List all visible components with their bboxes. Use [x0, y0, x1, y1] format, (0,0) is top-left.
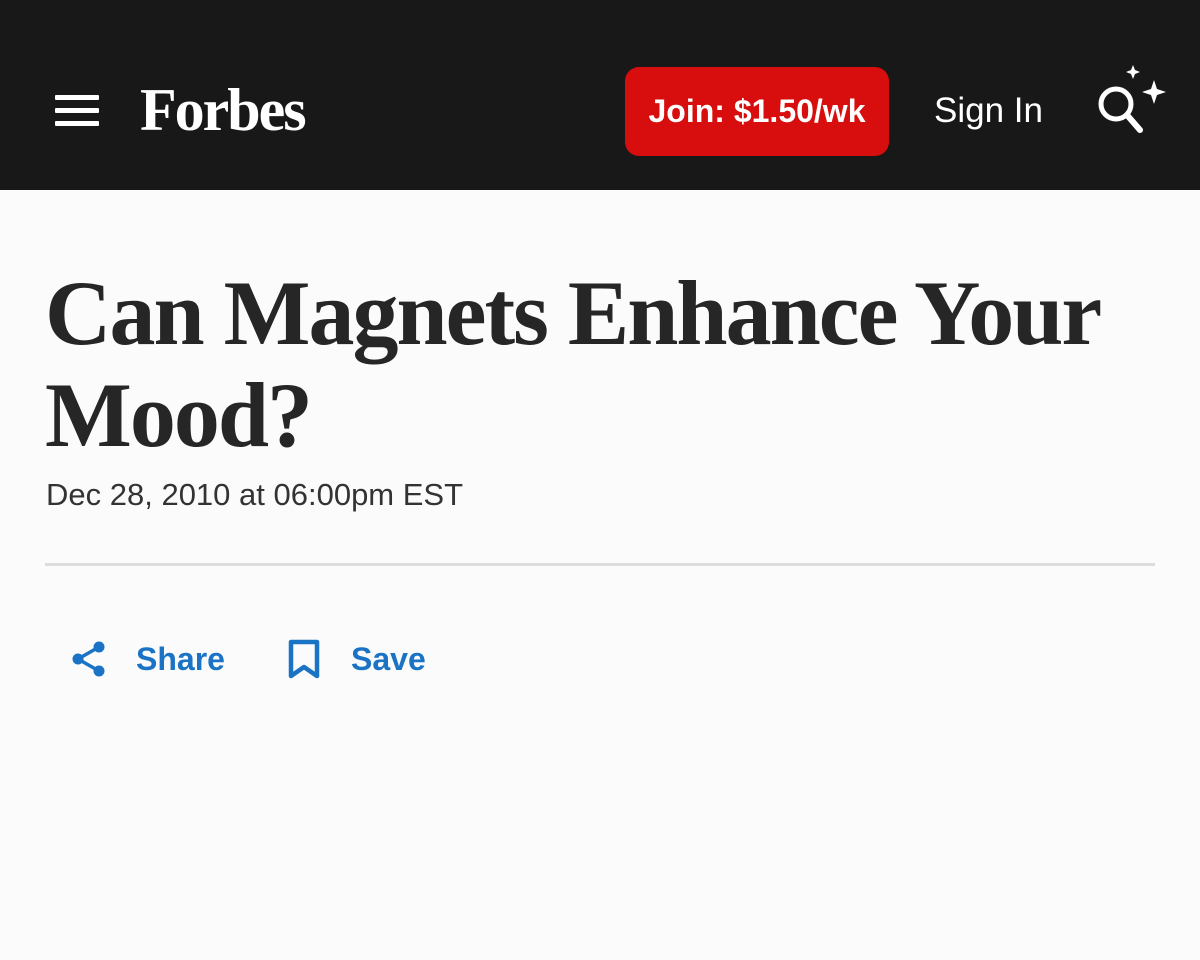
hamburger-menu-icon[interactable] [55, 95, 99, 131]
forbes-logo[interactable]: Forbes [140, 72, 307, 148]
top-navigation-bar: Forbes Join: $1.50/wk Sign In [0, 0, 1200, 190]
save-button[interactable]: Save [287, 633, 426, 685]
article-date: Dec 28, 2010 at 06:00pm EST [46, 477, 464, 512]
search-icon[interactable] [1088, 60, 1168, 140]
bookmark-icon [287, 639, 321, 679]
save-label: Save [351, 640, 426, 677]
share-label: Share [136, 640, 225, 677]
divider [45, 563, 1155, 566]
article-title: Can Magnets Enhance Your Mood? [45, 262, 1101, 466]
join-subscription-button[interactable]: Join: $1.50/wk [625, 67, 889, 156]
share-icon [70, 640, 108, 678]
sign-in-link[interactable]: Sign In [934, 88, 1043, 134]
share-button[interactable]: Share [70, 633, 225, 685]
